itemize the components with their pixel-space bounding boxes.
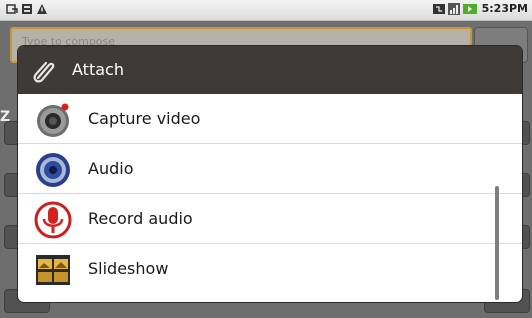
slideshow-icon xyxy=(36,255,70,285)
attach-dialog: Attach Capture video Audio Record audio … xyxy=(18,46,522,302)
dialog-title: Attach xyxy=(72,60,124,79)
attach-options-list: Capture video Audio Record audio Slidesh… xyxy=(18,94,522,302)
option-slideshow[interactable]: Slideshow xyxy=(18,244,522,294)
system-icons: 5:23PM xyxy=(432,2,528,15)
status-bar: 5:23PM xyxy=(0,0,532,21)
dialog-title-bar: Attach xyxy=(18,46,522,94)
option-record-audio[interactable]: Record audio xyxy=(18,194,522,244)
warning-icon xyxy=(37,4,47,14)
option-label: Capture video xyxy=(88,109,201,128)
speaker-icon xyxy=(36,153,70,187)
sd-card-icon xyxy=(22,4,32,14)
video-camera-icon xyxy=(37,103,69,137)
microphone-icon xyxy=(34,201,72,239)
paperclip-icon xyxy=(33,61,55,83)
data-sync-icon xyxy=(432,3,445,14)
option-label: Slideshow xyxy=(88,259,169,278)
battery-icon xyxy=(462,3,477,14)
signal-icon xyxy=(447,2,460,15)
option-label: Record audio xyxy=(88,209,193,228)
usb-icon xyxy=(6,4,18,14)
notification-icons xyxy=(6,3,48,15)
option-label: Audio xyxy=(88,159,134,178)
list-scrollbar[interactable] xyxy=(495,186,499,300)
clock: 5:23PM xyxy=(481,2,528,15)
option-audio[interactable]: Audio xyxy=(18,144,522,194)
option-capture-video[interactable]: Capture video xyxy=(18,94,522,144)
